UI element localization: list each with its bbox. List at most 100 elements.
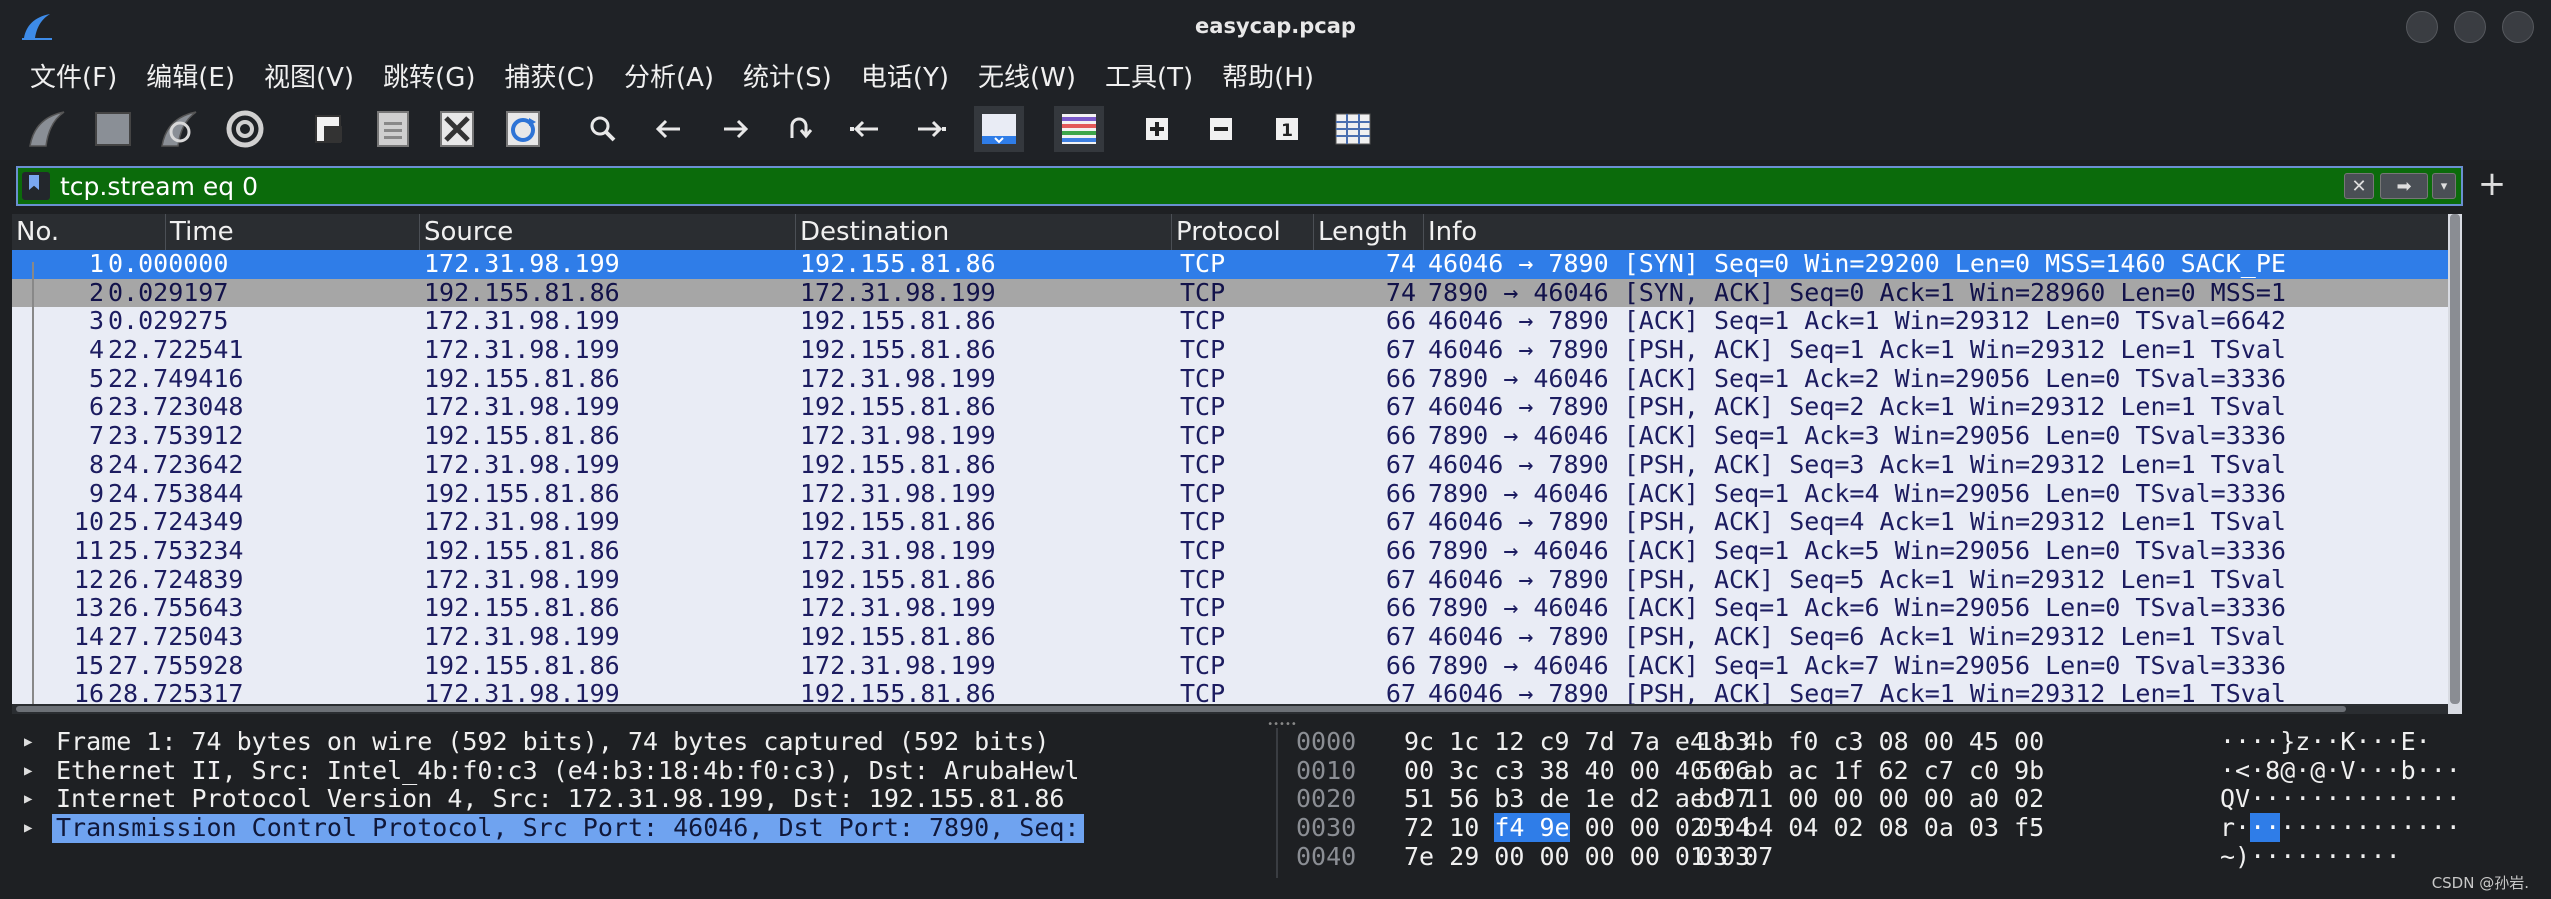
detail-tree-item[interactable]: ▶ Frame 1: 74 bytes on wire (592 bits), …: [12, 728, 1274, 757]
column-header-info[interactable]: Info: [1424, 214, 2462, 250]
cell-src: 192.155.81.86: [424, 478, 620, 508]
detail-tree-item[interactable]: ▶ Ethernet II, Src: Intel_4b:f0:c3 (e4:b…: [12, 756, 1274, 786]
cell-no: 1: [88, 249, 104, 278]
clear-filter-icon[interactable]: ✕: [2344, 173, 2374, 199]
menu-statistics[interactable]: 统计(S): [743, 57, 832, 94]
cell-time: 26.755643: [108, 593, 244, 623]
table-row[interactable]: 3 0.029275 172.31.98.199 192.155.81.86 TCP 66…: [12, 307, 2462, 336]
open-file-icon[interactable]: [306, 106, 352, 152]
cell-info: 7890 → 46046 [ACK] Seq=1 Ack=5 Win=29056…: [1428, 535, 2286, 565]
column-header-time[interactable]: Time: [166, 214, 420, 250]
menu-edit[interactable]: 编辑(E): [146, 57, 235, 94]
start-capture-icon[interactable]: [24, 106, 70, 152]
table-row[interactable]: 8 24.723642 172.31.98.199 192.155.81.86 TCP 6…: [12, 449, 2462, 480]
table-row[interactable]: 7 23.753912 192.155.81.86 172.31.98.199 TCP 6…: [12, 421, 2462, 451]
expand-arrow-icon[interactable]: ▶: [24, 757, 32, 786]
restart-capture-icon[interactable]: [156, 106, 202, 152]
table-row[interactable]: 1 0.000000 172.31.98.199 192.155.81.86 TCP 74…: [12, 249, 2462, 279]
reload-file-icon[interactable]: [500, 106, 546, 152]
column-header-length[interactable]: Length: [1314, 214, 1424, 250]
expand-arrow-icon[interactable]: ▶: [24, 728, 32, 757]
cell-time: 27.725043: [108, 621, 244, 651]
cell-no: 9: [88, 478, 104, 508]
cell-info: 7890 → 46046 [ACK] Seq=1 Ack=2 Win=29056…: [1428, 363, 2286, 393]
bytes-row[interactable]: 0020 51 56 b3 de 1e d2 ae 97 bd 11 00 00…: [1280, 785, 2542, 814]
title-bar: easycap.pcap: [0, 0, 2551, 52]
cell-length: 74: [1385, 249, 1416, 278]
find-packet-icon[interactable]: [580, 106, 626, 152]
table-row[interactable]: 12 26.724839 172.31.98.199 192.155.81.86 TCP…: [12, 564, 2462, 595]
packet-list-vertical-scrollbar[interactable]: [2448, 214, 2462, 714]
packet-list-horizontal-scrollbar[interactable]: [12, 704, 2448, 714]
column-header-protocol[interactable]: Protocol: [1172, 214, 1314, 250]
column-header-source[interactable]: Source: [420, 214, 796, 250]
cell-time: 26.724839: [108, 564, 244, 594]
detail-tree-item-selected[interactable]: ▶ Transmission Control Protocol, Src Por…: [12, 813, 1274, 843]
pane-divider[interactable]: [1276, 728, 1278, 878]
apply-filter-icon[interactable]: ➡: [2380, 173, 2428, 199]
table-row[interactable]: 4 22.722541 172.31.98.199 192.155.81.86 TCP 6…: [12, 335, 2462, 365]
cell-proto: TCP: [1180, 650, 1226, 680]
bytes-row[interactable]: 0010 00 3c c3 38 40 00 40 06 56 ab ac 1f…: [1280, 756, 2542, 786]
stop-capture-icon[interactable]: [90, 106, 136, 152]
expand-arrow-icon[interactable]: ▶: [24, 785, 32, 814]
close-file-icon[interactable]: [434, 106, 480, 152]
bytes-row[interactable]: 0030 72 10 f4 9e 00 00 02 04 05 b4 04 02…: [1280, 813, 2542, 843]
cell-length: 66: [1385, 421, 1416, 451]
menu-tools[interactable]: 工具(T): [1105, 57, 1193, 94]
menu-view[interactable]: 视图(V): [264, 57, 354, 94]
menu-wireless[interactable]: 无线(W): [978, 57, 1076, 94]
cell-length: 67: [1385, 449, 1416, 479]
save-file-icon[interactable]: [370, 106, 416, 152]
first-packet-icon[interactable]: [842, 106, 888, 152]
auto-scroll-icon[interactable]: [974, 106, 1024, 152]
add-filter-button-icon[interactable]: +: [2475, 164, 2509, 204]
table-row[interactable]: 11 25.753234 192.155.81.86 172.31.98.199 TCP…: [12, 535, 2462, 566]
table-row[interactable]: 5 22.749416 192.155.81.86 172.31.98.199 TCP 6…: [12, 363, 2462, 394]
menu-analyze[interactable]: 分析(A): [624, 57, 714, 94]
cell-time: 27.755928: [108, 650, 244, 680]
cell-no: 14: [73, 621, 104, 651]
menu-go[interactable]: 跳转(G): [383, 57, 475, 94]
capture-options-icon[interactable]: [222, 106, 268, 152]
table-row[interactable]: 2 0.029197 192.155.81.86 172.31.98.199 TCP 74…: [12, 278, 2462, 308]
cell-info: 7890 → 46046 [ACK] Seq=1 Ack=4 Win=29056…: [1428, 478, 2286, 508]
expand-arrow-icon[interactable]: ▶: [24, 814, 32, 843]
menu-telephony[interactable]: 电话(Y): [861, 57, 949, 94]
cell-dst: 192.155.81.86: [800, 564, 996, 594]
filter-history-chevron-down-icon[interactable]: ▾: [2432, 173, 2456, 199]
table-row[interactable]: 14 27.725043 172.31.98.199 192.155.81.86 TCP…: [12, 621, 2462, 652]
cell-time: 0.000000: [108, 249, 229, 278]
cell-length: 67: [1385, 507, 1416, 537]
menu-file[interactable]: 文件(F): [30, 57, 117, 94]
go-back-icon[interactable]: [646, 106, 692, 152]
zoom-in-icon[interactable]: [1134, 106, 1180, 152]
normal-size-icon[interactable]: 1: [1264, 106, 1310, 152]
packet-list: No. Time Source Destination Protocol Len…: [12, 214, 2462, 714]
column-header-destination[interactable]: Destination: [796, 214, 1172, 250]
close-button[interactable]: [2502, 11, 2534, 43]
table-row[interactable]: 10 25.724349 172.31.98.199 192.155.81.86 TCP…: [12, 507, 2462, 537]
cell-dst: 172.31.98.199: [800, 421, 996, 451]
menu-capture[interactable]: 捕获(C): [504, 57, 594, 94]
minimize-button[interactable]: [2406, 11, 2438, 43]
bytes-row[interactable]: 0040 7e 29 00 00 00 00 01 03 03 07 ~)···…: [1280, 842, 2542, 872]
table-row[interactable]: 9 24.753844 192.155.81.86 172.31.98.199 TCP 6…: [12, 478, 2462, 509]
zoom-out-icon[interactable]: [1198, 106, 1244, 152]
column-header-no[interactable]: No.: [12, 214, 166, 250]
resize-columns-icon[interactable]: [1330, 106, 1376, 152]
table-row[interactable]: 15 27.755928 192.155.81.86 172.31.98.199 TCP…: [12, 650, 2462, 681]
display-filter-input[interactable]: [60, 170, 2340, 202]
table-row[interactable]: 13 26.755643 192.155.81.86 172.31.98.199 TCP…: [12, 594, 2462, 623]
table-row[interactable]: 6 23.723048 172.31.98.199 192.155.81.86 TCP 6…: [12, 393, 2462, 422]
bytes-row[interactable]: 0000 9c 1c 12 c9 7d 7a e4 b3 18 4b f0 c3…: [1280, 728, 2542, 757]
cell-time: 23.723048: [108, 392, 244, 422]
go-to-packet-icon[interactable]: [776, 106, 822, 152]
menu-help[interactable]: 帮助(H): [1222, 57, 1314, 94]
detail-tree-item[interactable]: ▶ Internet Protocol Version 4, Src: 172.…: [12, 785, 1274, 814]
last-packet-icon[interactable]: [908, 106, 954, 152]
go-forward-icon[interactable]: [712, 106, 758, 152]
maximize-button[interactable]: [2454, 11, 2486, 43]
cell-no: 3: [88, 306, 104, 336]
colorize-icon[interactable]: [1054, 106, 1104, 152]
